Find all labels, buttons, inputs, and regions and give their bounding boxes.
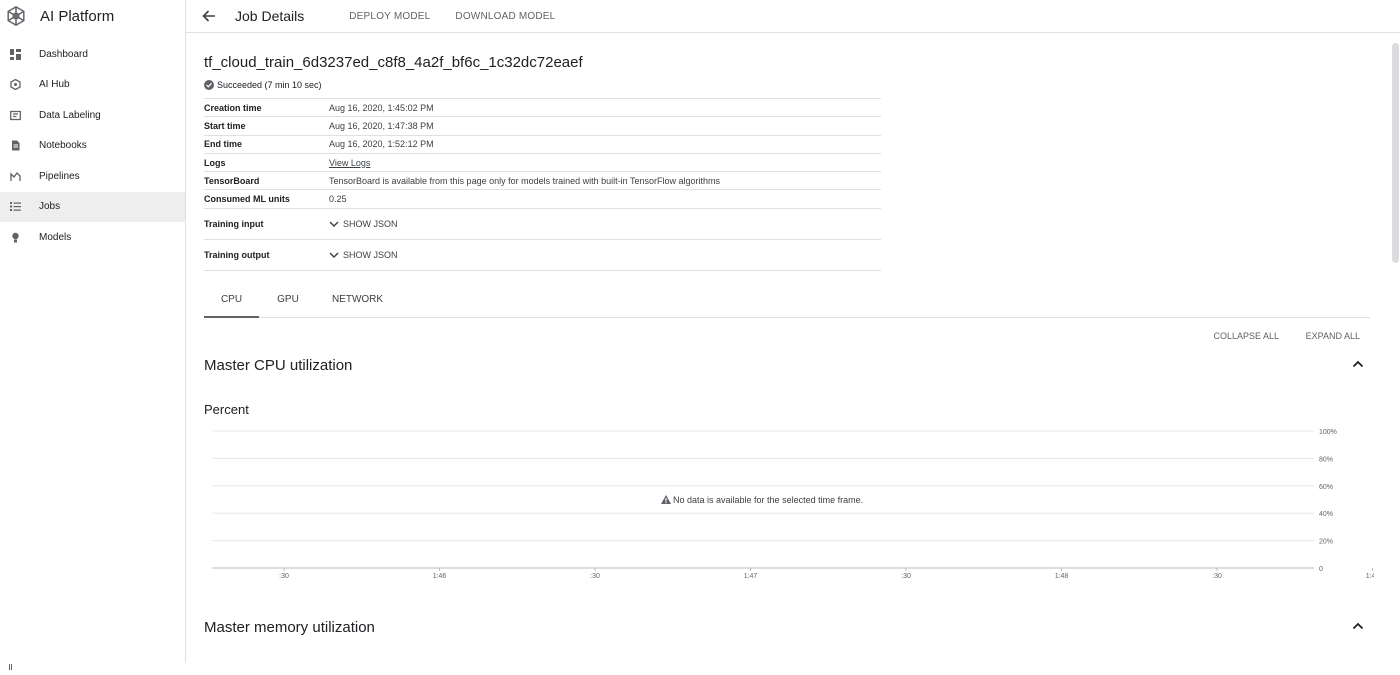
ai-hub-icon xyxy=(10,79,21,91)
pipelines-icon xyxy=(10,171,21,182)
sidebar-item-pipelines[interactable]: Pipelines xyxy=(0,161,185,192)
detail-value: TensorBoard is available from this page … xyxy=(329,175,721,186)
y-tick-label: 40% xyxy=(1319,511,1333,518)
detail-label: Training output xyxy=(204,249,270,260)
chevron-up-icon[interactable] xyxy=(1352,620,1364,632)
detail-value: 0.25 xyxy=(329,194,347,205)
x-tick-label: 1:47 xyxy=(744,573,758,580)
sidebar-item-data-labeling[interactable]: Data Labeling xyxy=(0,100,185,131)
show-json-label: SHOW JSON xyxy=(343,249,398,260)
chevron-down-icon xyxy=(329,252,339,258)
sidebar-item-label: Pipelines xyxy=(39,170,80,182)
metrics-tabs: CPU GPU NETWORK xyxy=(204,294,1370,318)
detail-label: Creation time xyxy=(204,102,262,113)
view-logs-link[interactable]: View Logs xyxy=(329,158,370,168)
chevron-down-icon xyxy=(329,221,339,227)
notebooks-icon xyxy=(10,140,21,151)
x-tick-label: :30 xyxy=(901,573,911,580)
jobs-icon xyxy=(10,201,21,212)
sidebar-item-label: Models xyxy=(39,231,72,243)
detail-value: Aug 16, 2020, 1:52:12 PM xyxy=(329,139,434,150)
chart-title: Percent xyxy=(204,402,249,417)
sidebar-item-dashboard[interactable]: Dashboard xyxy=(0,39,185,70)
data-labeling-icon xyxy=(10,110,21,121)
y-tick-label: 80% xyxy=(1319,456,1333,463)
app-title: AI Platform xyxy=(40,7,115,25)
ai-platform-logo-icon[interactable] xyxy=(5,5,27,27)
sidebar-item-label: Dashboard xyxy=(39,48,88,60)
deploy-model-button[interactable]: DEPLOY MODEL xyxy=(349,11,430,22)
detail-value: Aug 16, 2020, 1:47:38 PM xyxy=(329,120,434,131)
show-json-training-input-button[interactable]: SHOW JSON xyxy=(329,219,398,229)
detail-label: Consumed ML units xyxy=(204,194,290,205)
sidebar-bottom-icon xyxy=(9,657,12,670)
tab-gpu[interactable]: GPU xyxy=(264,294,312,316)
x-tick-label: :30 xyxy=(279,573,289,580)
job-details-table: Creation time Aug 16, 2020, 1:45:02 PM S… xyxy=(204,98,881,271)
detail-label: End time xyxy=(204,139,243,150)
detail-row-end-time: End time Aug 16, 2020, 1:52:12 PM xyxy=(204,136,881,154)
chart-x-ticks: :301:46:301:47:301:48:301:49:301:50:301:… xyxy=(279,568,1374,580)
section-title-master-cpu: Master CPU utilization xyxy=(204,357,353,374)
detail-row-logs: Logs View Logs xyxy=(204,154,881,173)
x-tick-label: 1:46 xyxy=(433,573,447,580)
chevron-up-icon[interactable] xyxy=(1352,358,1364,370)
sidebar-item-notebooks[interactable]: Notebooks xyxy=(0,131,185,162)
detail-label: Training input xyxy=(204,218,264,229)
no-data-message: No data is available for the selected ti… xyxy=(673,495,863,505)
detail-row-consumed-ml-units: Consumed ML units 0.25 xyxy=(204,190,881,209)
detail-row-training-input: Training input SHOW JSON xyxy=(204,209,881,240)
x-tick-label: 1:48 xyxy=(1055,573,1069,580)
show-json-label: SHOW JSON xyxy=(343,218,398,229)
x-tick-label: :30 xyxy=(590,573,600,580)
download-model-button[interactable]: DOWNLOAD MODEL xyxy=(455,11,555,22)
detail-row-start-time: Start time Aug 16, 2020, 1:47:38 PM xyxy=(204,117,881,136)
y-tick-label: 60% xyxy=(1319,484,1333,491)
page-title: Job Details xyxy=(235,8,305,24)
show-json-training-output-button[interactable]: SHOW JSON xyxy=(329,250,398,260)
dashboard-icon xyxy=(10,48,21,60)
chart-y-ticks: 100% 80% 60% 40% 20% 0 xyxy=(1319,429,1337,573)
scrollbar-thumb[interactable] xyxy=(1392,43,1399,263)
y-tick-label: 0 xyxy=(1319,566,1323,573)
sidebar-item-label: Notebooks xyxy=(39,140,87,152)
scrollbar[interactable] xyxy=(1391,40,1400,663)
tab-cpu[interactable]: CPU xyxy=(204,294,259,318)
sidebar-item-models[interactable]: Models xyxy=(0,222,185,253)
sidebar-item-label: Data Labeling xyxy=(39,109,101,121)
sidebar: AI Platform Dashboard AI Hub Data Labeli… xyxy=(0,0,186,663)
detail-row-tensorboard: TensorBoard TensorBoard is available fro… xyxy=(204,172,881,191)
detail-row-creation-time: Creation time Aug 16, 2020, 1:45:02 PM xyxy=(204,99,881,118)
section-title-master-memory: Master memory utilization xyxy=(204,619,375,636)
detail-row-training-output: Training output SHOW JSON xyxy=(204,240,881,271)
x-tick-label: 1:49 xyxy=(1366,573,1374,580)
sidebar-item-label: AI Hub xyxy=(39,79,70,91)
sidebar-item-ai-hub[interactable]: AI Hub xyxy=(0,70,185,101)
top-bar: Job Details DEPLOY MODEL DOWNLOAD MODEL xyxy=(186,0,1400,33)
status-text: Succeeded (7 min 10 sec) xyxy=(217,80,322,90)
collapse-all-button[interactable]: COLLAPSE ALL xyxy=(1213,331,1279,341)
detail-value: Aug 16, 2020, 1:45:02 PM xyxy=(329,102,434,113)
tab-network[interactable]: NETWORK xyxy=(324,294,391,316)
expand-all-button[interactable]: EXPAND ALL xyxy=(1306,331,1360,341)
status-badge: Succeeded (7 min 10 sec) xyxy=(204,80,322,90)
back-arrow-icon[interactable] xyxy=(200,7,218,25)
brand: AI Platform xyxy=(0,0,185,32)
no-data-notice: No data is available for the selected ti… xyxy=(661,495,863,505)
x-tick-label: :30 xyxy=(1212,573,1222,580)
job-name: tf_cloud_train_6d3237ed_c8f8_4a2f_bf6c_1… xyxy=(204,54,583,71)
y-tick-label: 20% xyxy=(1319,539,1333,546)
sidebar-item-label: Jobs xyxy=(39,201,61,213)
cpu-utilization-chart: 100% 80% 60% 40% 20% 0 :30 1:46 :30 1:47 :30 1:48:… xyxy=(212,429,1374,580)
sidebar-nav: Dashboard AI Hub Data Labeling Notebooks… xyxy=(0,39,185,253)
detail-value: View Logs xyxy=(329,158,370,168)
models-icon xyxy=(10,232,21,243)
sidebar-item-jobs[interactable]: Jobs xyxy=(0,191,185,222)
y-tick-label: 100% xyxy=(1319,429,1337,436)
check-circle-icon xyxy=(204,80,214,90)
detail-label: TensorBoard xyxy=(204,175,260,186)
detail-label: Start time xyxy=(204,120,246,131)
detail-label: Logs xyxy=(204,157,226,168)
